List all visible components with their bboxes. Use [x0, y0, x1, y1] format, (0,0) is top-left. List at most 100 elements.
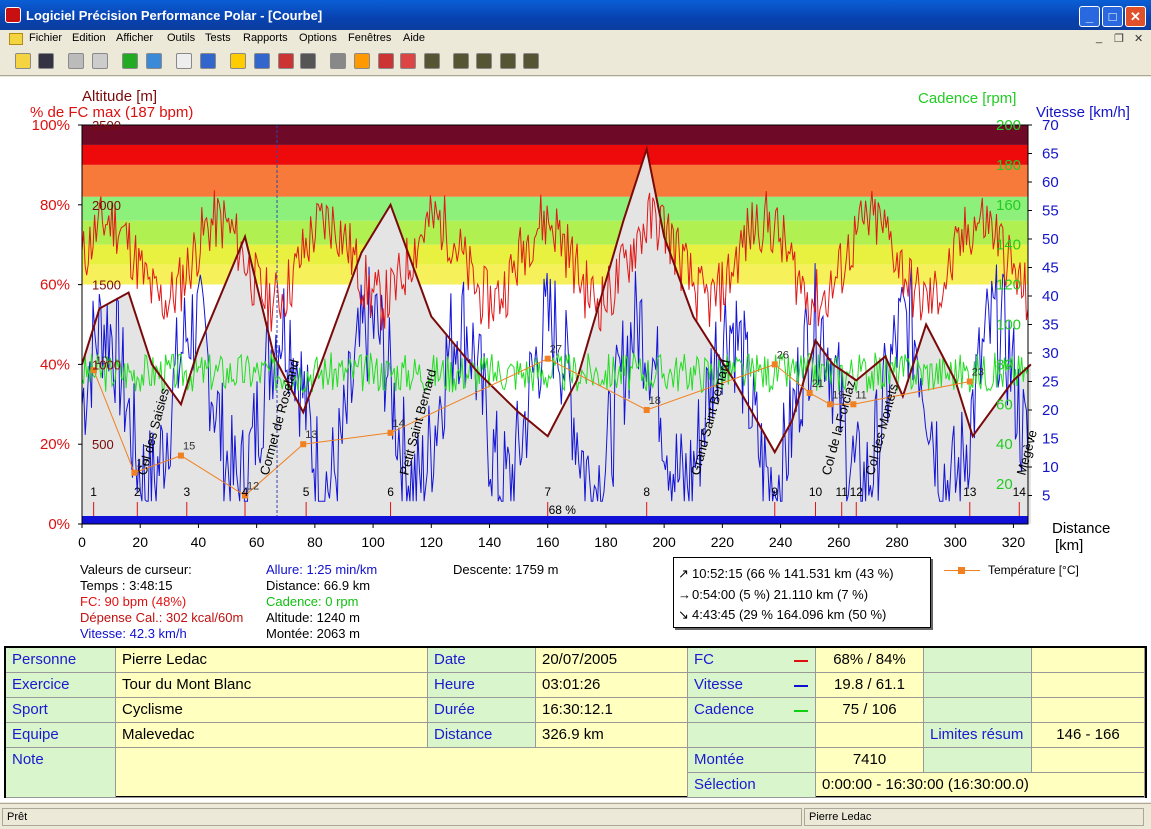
value-sport[interactable]: Cyclisme [116, 698, 428, 723]
empty-cell [1032, 673, 1145, 698]
speed-tick-label: 40 [1042, 288, 1059, 305]
speed-tick-label: 35 [1042, 317, 1059, 334]
curve-icon[interactable] [230, 53, 246, 69]
segment-label: 5 [303, 485, 310, 499]
empty-cell [1032, 748, 1145, 773]
chart5-icon[interactable] [523, 53, 539, 69]
zoom-icon[interactable] [330, 53, 346, 69]
x-tick-label: 320 [1002, 534, 1026, 550]
cadence-tick-label: 60 [996, 396, 1013, 413]
globe-icon[interactable] [146, 53, 162, 69]
value-personne[interactable]: Pierre Ledac [116, 648, 428, 673]
pct-tick-label: 80% [40, 197, 70, 214]
app-window: Logiciel Précision Performance Polar - [… [0, 0, 1151, 829]
value-cadence: 75 / 106 [816, 698, 924, 723]
mdi-restore-button[interactable]: ❐ [1114, 32, 1124, 45]
cursor-descente: Descente: 1759 m [453, 562, 559, 577]
right-axis-title-cadence: Cadence [rpm] [918, 90, 1016, 107]
copy-icon[interactable] [92, 53, 108, 69]
chart3-icon[interactable] [476, 53, 492, 69]
pct-tick-label: 40% [40, 356, 70, 373]
book-icon[interactable] [200, 53, 216, 69]
label-vitesse: Vitesse [688, 673, 816, 698]
x-tick-label: 60 [249, 534, 265, 550]
temperature-marker [300, 441, 307, 448]
temperature-marker-label: 13 [305, 429, 317, 441]
speed-tick-label: 45 [1042, 260, 1059, 277]
table-icon[interactable] [176, 53, 192, 69]
altitude-tick-label: 500 [92, 437, 114, 452]
cadence-tick-label: 40 [996, 436, 1013, 453]
heart-curve-icon[interactable] [354, 53, 370, 69]
transfer-icon[interactable] [378, 53, 394, 69]
temperature-marker [643, 407, 650, 413]
grid-icon[interactable] [300, 53, 316, 69]
mdi-close-button[interactable]: ✕ [1134, 32, 1143, 45]
legend-label: Température [°C] [988, 563, 1079, 577]
window-title: Logiciel Précision Performance Polar - [… [26, 8, 323, 23]
x-axis-unit: [km] [1055, 537, 1083, 554]
open-icon[interactable] [15, 53, 31, 69]
menu-options[interactable]: Options [299, 32, 337, 44]
cadence-tick-label: 120 [996, 277, 1021, 294]
close-button[interactable]: ✕ [1125, 6, 1146, 27]
temperature-marker [827, 401, 834, 408]
save-icon[interactable] [38, 53, 54, 69]
zone-icon[interactable] [278, 53, 294, 69]
cursor-fc: FC: 90 bpm (48%) [80, 594, 187, 609]
legend-marker [958, 567, 965, 574]
temperature-marker-label: 27 [550, 344, 562, 356]
segment-label: 2 [134, 485, 141, 499]
maximize-button[interactable]: □ [1102, 6, 1123, 27]
stat-row-flat: 0:54:00 (5 %) 21.110 km (7 %) [692, 587, 869, 602]
refresh-icon[interactable] [122, 53, 138, 69]
compare-icon[interactable] [400, 53, 416, 69]
temperature-marker-label: 11 [855, 389, 866, 401]
speed-tick-label: 5 [1042, 488, 1050, 505]
folder-icon [9, 33, 23, 45]
label-vitesse-text: Vitesse [694, 676, 743, 693]
menu-aide[interactable]: Aide [403, 32, 425, 44]
x-tick-label: 180 [594, 534, 618, 550]
minimize-button[interactable]: _ [1079, 6, 1100, 27]
mdi-minimize-button[interactable]: _ [1096, 32, 1102, 44]
session-info-table: Personne Pierre Ledac Exercice Tour du M… [4, 646, 1147, 798]
temperature-marker [177, 452, 184, 459]
empty-cell [924, 748, 1032, 773]
title-bar[interactable]: Logiciel Précision Performance Polar - [… [0, 0, 1151, 30]
print-icon[interactable] [68, 53, 84, 69]
menu-afficher[interactable]: Afficher [116, 32, 153, 44]
zone-stats-box: ↗ 10:52:15 (66 % 141.531 km (43 %) → 0:5… [673, 557, 931, 628]
x-tick-label: 0 [78, 534, 86, 550]
x-tick-label: 280 [885, 534, 909, 550]
menu-outils[interactable]: Outils [167, 32, 195, 44]
temperature-marker [544, 355, 551, 362]
chart4-icon[interactable] [500, 53, 516, 69]
value-equipe[interactable]: Malevedac [116, 723, 428, 748]
segment-label: 6 [387, 485, 394, 499]
menu-fichier[interactable]: Fichier [29, 32, 62, 44]
label-note: Note [6, 748, 116, 798]
label-fc-text: FC [694, 651, 714, 668]
chart1-icon[interactable] [424, 53, 440, 69]
segment-label: 9 [771, 485, 778, 499]
value-distance: 326.9 km [536, 723, 688, 748]
histogram-icon[interactable] [254, 53, 270, 69]
x-tick-label: 200 [652, 534, 676, 550]
value-note[interactable] [116, 748, 688, 798]
value-exercice[interactable]: Tour du Mont Blanc [116, 673, 428, 698]
segment-label: 3 [183, 485, 190, 499]
chart2-icon[interactable] [453, 53, 469, 69]
hr-zone-band [82, 125, 1028, 145]
empty-cell [688, 723, 816, 748]
segment-label: 4 [242, 485, 249, 499]
empty-cell [816, 723, 924, 748]
menu-fenetres[interactable]: Fenêtres [348, 32, 391, 44]
menu-rapports[interactable]: Rapports [243, 32, 288, 44]
menu-tests[interactable]: Tests [205, 32, 231, 44]
stat-arrow-down: ↘ [678, 607, 689, 622]
temperature-marker-label: 14 [393, 418, 405, 430]
menu-edition[interactable]: Edition [72, 32, 106, 44]
segment-label: 12 [850, 485, 864, 499]
cadence-tick-label: 140 [996, 237, 1021, 254]
